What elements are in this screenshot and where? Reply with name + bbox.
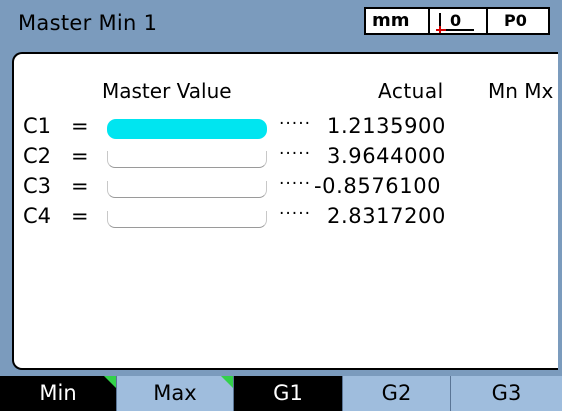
active-flag-icon bbox=[221, 376, 233, 388]
master-value-field[interactable] bbox=[107, 151, 267, 168]
column-header-mn-mx: Mn Mx bbox=[488, 79, 554, 103]
column-header-actual: Actual bbox=[378, 79, 444, 103]
actual-value: 3.9644000 bbox=[327, 144, 446, 168]
leader-dots: ····· bbox=[279, 174, 312, 194]
channel-row-c3: C3 = ····· -0.8576100 bbox=[14, 174, 558, 202]
tab-label: Min bbox=[39, 381, 77, 405]
tab-label: G2 bbox=[381, 381, 412, 405]
tab-max[interactable]: Max bbox=[117, 376, 234, 411]
units-label[interactable]: mm bbox=[372, 9, 410, 33]
actual-value: -0.8576100 bbox=[314, 174, 442, 198]
actual-value: 1.2135900 bbox=[327, 114, 446, 138]
tab-g1[interactable]: G1 bbox=[234, 376, 343, 411]
title-bar: Master Min 1 mm 0 P0 bbox=[0, 0, 562, 46]
channel-row-c2: C2 = ····· 3.9644000 bbox=[14, 144, 558, 172]
equals-sign: = bbox=[71, 114, 89, 138]
zero-indicator: 0 bbox=[450, 11, 461, 30]
leader-dots: ····· bbox=[279, 114, 312, 134]
tab-min[interactable]: Min bbox=[0, 376, 117, 411]
screen-title: Master Min 1 bbox=[18, 11, 158, 35]
master-values-panel: Master Value Actual Mn Mx C1 = ····· 1.2… bbox=[12, 52, 558, 370]
master-min-screen: Master Min 1 mm 0 P0 Master Value Actual… bbox=[0, 0, 562, 411]
actual-value: 2.8317200 bbox=[327, 204, 446, 228]
equals-sign: = bbox=[71, 144, 89, 168]
equals-sign: = bbox=[71, 174, 89, 198]
master-value-field[interactable] bbox=[107, 181, 267, 198]
leader-dots: ····· bbox=[279, 204, 312, 224]
tab-label: Max bbox=[153, 381, 197, 405]
channel-row-c4: C4 = ····· 2.8317200 bbox=[14, 204, 558, 232]
zero-reference-icon[interactable]: 0 bbox=[430, 9, 488, 33]
active-flag-icon bbox=[104, 376, 116, 388]
master-value-field[interactable] bbox=[107, 211, 267, 228]
channel-row-c1: C1 = ····· 1.2135900 bbox=[14, 114, 558, 142]
tab-g2[interactable]: G2 bbox=[343, 376, 451, 411]
channel-label: C2 bbox=[23, 144, 52, 168]
tab-g3[interactable]: G3 bbox=[451, 376, 562, 411]
part-label[interactable]: P0 bbox=[504, 9, 527, 33]
divider bbox=[486, 9, 488, 33]
master-value-field[interactable] bbox=[107, 119, 267, 139]
equals-sign: = bbox=[71, 204, 89, 228]
channel-label: C1 bbox=[23, 114, 52, 138]
leader-dots: ····· bbox=[279, 144, 312, 164]
channel-label: C4 bbox=[23, 204, 52, 228]
units-status-box: mm 0 P0 bbox=[364, 7, 550, 35]
function-tab-bar: Min Max G1 G2 G3 bbox=[0, 376, 562, 411]
tab-label: G1 bbox=[273, 381, 303, 405]
column-header-master-value: Master Value bbox=[102, 79, 232, 103]
channel-label: C3 bbox=[23, 174, 52, 198]
tab-label: G3 bbox=[491, 381, 522, 405]
